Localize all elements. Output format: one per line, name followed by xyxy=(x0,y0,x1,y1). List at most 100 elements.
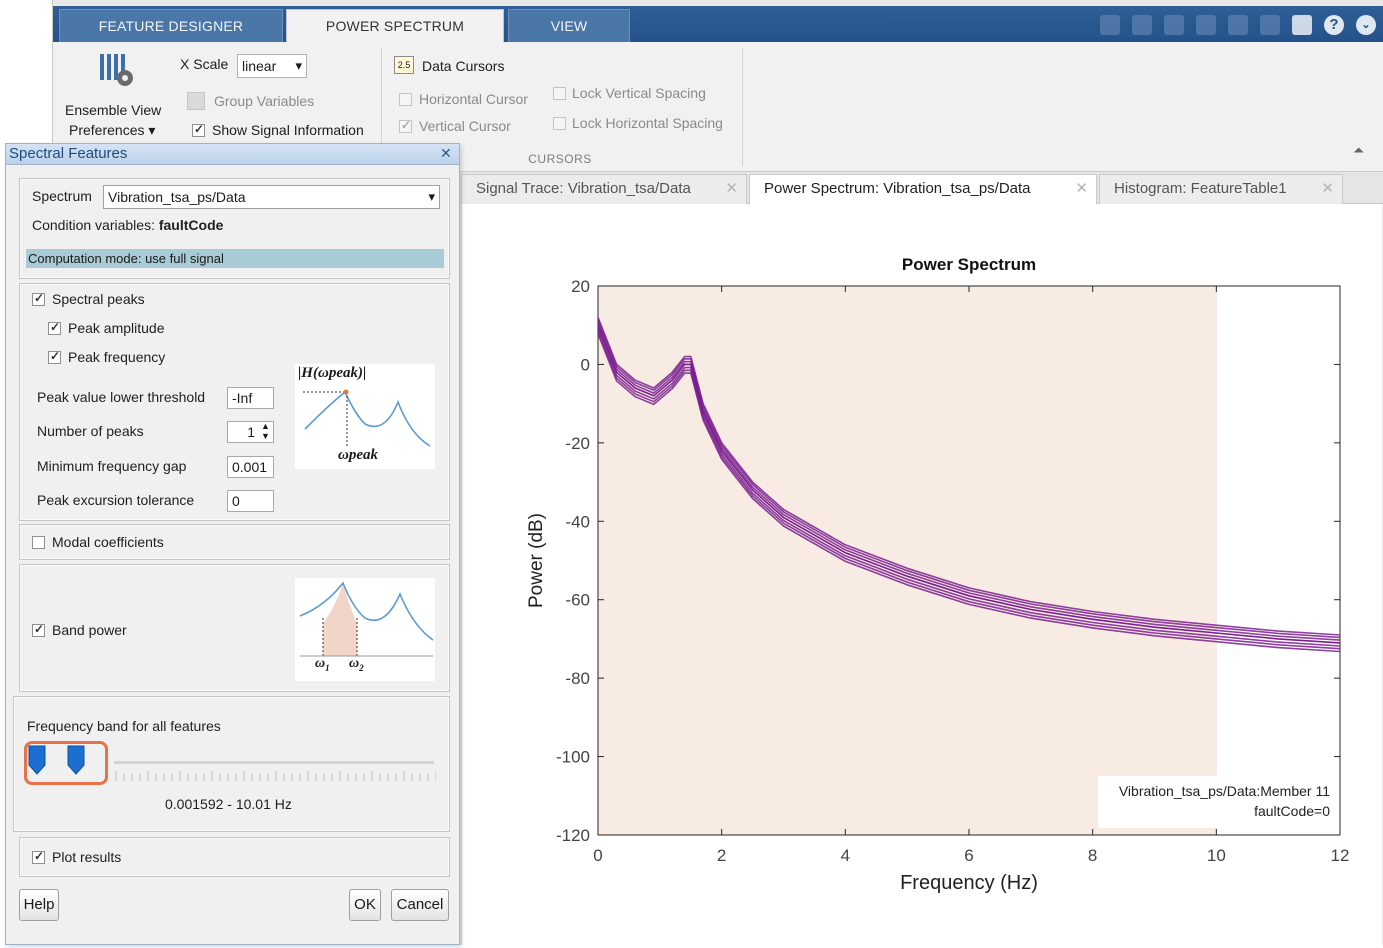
peak-illustration: |H(ωpeak)| ωpeak xyxy=(295,364,435,469)
x-tick-label: 0 xyxy=(593,846,602,865)
peak-amplitude-checkbox[interactable] xyxy=(48,320,61,335)
band-power-label[interactable]: Band power xyxy=(52,622,127,638)
min-frequency-gap-label: Minimum frequency gap xyxy=(37,458,187,474)
dialog-title-bar[interactable]: Spectral Features ✕ xyxy=(6,144,459,165)
band-upper-handle[interactable] xyxy=(67,745,85,778)
x-scale-select[interactable]: linear xyxy=(237,54,307,78)
help-button[interactable]: Help xyxy=(19,889,59,921)
paste-icon[interactable] xyxy=(1196,15,1216,35)
spinner-arrows-icon[interactable]: ▲ ▼ xyxy=(261,421,270,441)
tab-view[interactable]: VIEW xyxy=(508,9,630,42)
modal-coefficients-panel: Modal coefficients xyxy=(19,524,450,560)
doc-tab-label: Power Spectrum: Vibration_tsa_ps/Data xyxy=(764,180,1031,197)
spectral-peaks-panel: Spectral peaks Peak amplitude Peak frequ… xyxy=(19,283,450,521)
modal-coefficients-checkbox[interactable] xyxy=(32,536,45,549)
peak-frequency-checkbox[interactable] xyxy=(48,349,61,364)
plot-results-checkbox[interactable] xyxy=(32,849,45,864)
x-tick-label: 6 xyxy=(964,846,973,865)
tab-power-spectrum[interactable]: POWER SPECTRUM xyxy=(286,9,504,42)
doc-tab-label: Signal Trace: Vibration_tsa/Data xyxy=(476,180,691,197)
vertical-cursor-checkbox[interactable] xyxy=(399,118,412,133)
frequency-band-range-text: 0.001592 - 10.01 Hz xyxy=(165,796,292,812)
y-tick-label: -80 xyxy=(565,669,590,688)
options-chevron-icon[interactable]: ⌄ xyxy=(1356,15,1376,35)
band-power-checkbox[interactable] xyxy=(32,622,45,637)
show-signal-info-checkbox[interactable] xyxy=(192,122,205,137)
close-tab-icon[interactable]: ✕ xyxy=(725,175,738,203)
ribbon-tab-strip: FEATURE DESIGNER POWER SPECTRUM VIEW ? ⌄ xyxy=(53,6,1383,42)
vertical-cursor-label: Vertical Cursor xyxy=(419,118,511,134)
copy-icon[interactable] xyxy=(1164,15,1184,35)
toolstrip-separator xyxy=(742,48,743,166)
doc-tab-label: Histogram: FeatureTable1 xyxy=(1114,180,1287,197)
legend-line-2: faultCode=0 xyxy=(1254,803,1330,819)
band-lower-handle[interactable] xyxy=(28,745,46,778)
legend-line-1: Vibration_tsa_ps/Data:Member 11 xyxy=(1119,783,1330,799)
data-cursors-button[interactable]: Data Cursors xyxy=(422,58,504,74)
cancel-button[interactable]: Cancel xyxy=(391,889,449,921)
ensemble-view-preferences-label[interactable]: Preferences ▾ xyxy=(69,122,155,139)
x-scale-label: X Scale xyxy=(180,56,229,72)
window-layout-icon[interactable] xyxy=(1292,15,1312,35)
number-of-peaks-label: Number of peaks xyxy=(37,423,144,439)
ok-button[interactable]: OK xyxy=(349,889,381,921)
slider-handle-icon[interactable] xyxy=(28,745,46,775)
omega-2-label: ω2 xyxy=(349,656,364,673)
power-spectrum-chart[interactable]: 0 2 4 6 8 10 12 20 0 -20 -40 -60 -80 -100 -120 Power Sp… xyxy=(462,204,1383,945)
horizontal-cursor-label: Horizontal Cursor xyxy=(419,91,528,107)
omega-1-label: ω1 xyxy=(315,656,330,673)
x-tick-label: 10 xyxy=(1207,846,1226,865)
doc-tab-power-spectrum[interactable]: Power Spectrum: Vibration_tsa_ps/Data ✕ xyxy=(749,174,1097,204)
doc-tab-signal-trace[interactable]: Signal Trace: Vibration_tsa/Data ✕ xyxy=(461,174,747,204)
slider-ticks xyxy=(115,771,436,781)
modal-coefficients-label[interactable]: Modal coefficients xyxy=(52,534,164,550)
slider-handle-icon[interactable] xyxy=(67,745,85,775)
chart-title: Power Spectrum xyxy=(902,255,1036,274)
peak-lower-threshold-label: Peak value lower threshold xyxy=(37,389,206,405)
close-icon[interactable]: ✕ xyxy=(440,145,452,162)
spectrum-select[interactable]: Vibration_tsa_ps/Data xyxy=(103,185,440,209)
peak-excursion-tolerance-field[interactable]: 0 xyxy=(227,490,274,512)
ensemble-view-label[interactable]: Ensemble View xyxy=(65,102,161,118)
close-tab-icon[interactable]: ✕ xyxy=(1075,175,1088,203)
x-tick-label: 8 xyxy=(1088,846,1097,865)
lock-horizontal-spacing-checkbox[interactable] xyxy=(553,117,566,130)
lock-horizontal-spacing-label: Lock Horizontal Spacing xyxy=(572,115,723,131)
plot-results-label[interactable]: Plot results xyxy=(52,849,121,865)
horizontal-cursor-checkbox[interactable] xyxy=(399,93,412,106)
spectrum-panel: Spectrum Vibration_tsa_ps/Data Condition… xyxy=(19,178,450,279)
cut-icon[interactable] xyxy=(1132,15,1152,35)
y-tick-label: -20 xyxy=(565,434,590,453)
peak-frequency-label[interactable]: Peak frequency xyxy=(68,349,165,365)
plot-area: 0 2 4 6 8 10 12 20 0 -20 -40 -60 -80 -100 -120 Power Sp… xyxy=(461,204,1382,945)
show-signal-info-label[interactable]: Show Signal Information xyxy=(212,122,364,138)
spectral-peaks-label[interactable]: Spectral peaks xyxy=(52,291,145,307)
min-frequency-gap-field[interactable]: 0.001 xyxy=(227,456,274,478)
peak-formula-label: |H(ωpeak)| xyxy=(298,365,367,381)
tab-feature-designer[interactable]: FEATURE DESIGNER xyxy=(59,9,283,42)
group-variables-label: Group Variables xyxy=(214,93,315,109)
doc-tab-histogram[interactable]: Histogram: FeatureTable1 ✕ xyxy=(1099,174,1343,204)
close-tab-icon[interactable]: ✕ xyxy=(1321,175,1334,203)
peak-amplitude-label[interactable]: Peak amplitude xyxy=(68,320,165,336)
band-power-illustration: ω1 ω2 xyxy=(295,578,435,681)
data-cursors-icon[interactable]: 2.5 xyxy=(394,56,414,74)
redo-icon[interactable] xyxy=(1260,15,1280,35)
x-tick-label: 12 xyxy=(1331,846,1350,865)
y-tick-label: 20 xyxy=(571,277,590,296)
dialog-title: Spectral Features xyxy=(9,145,128,162)
y-tick-label: 0 xyxy=(581,355,590,374)
x-tick-label: 4 xyxy=(841,846,850,865)
save-icon[interactable] xyxy=(1100,15,1120,35)
spectral-features-dialog: Spectral Features ✕ Spectrum Vibration_t… xyxy=(5,143,460,945)
y-axis-label: Power (dB) xyxy=(526,513,547,608)
help-icon[interactable]: ? xyxy=(1324,15,1344,35)
ensemble-view-icon[interactable] xyxy=(97,50,137,90)
spectral-peaks-checkbox[interactable] xyxy=(32,291,45,306)
condition-variables-text: Condition variables: faultCode xyxy=(32,217,224,233)
undo-icon[interactable] xyxy=(1228,15,1248,35)
peak-lower-threshold-field[interactable]: -Inf xyxy=(227,387,274,409)
collapse-toolstrip-icon[interactable]: ⏶ xyxy=(1353,142,1364,159)
lock-vertical-spacing-checkbox[interactable] xyxy=(553,87,566,100)
band-power-panel: Band power ω1 ω2 xyxy=(19,564,450,692)
